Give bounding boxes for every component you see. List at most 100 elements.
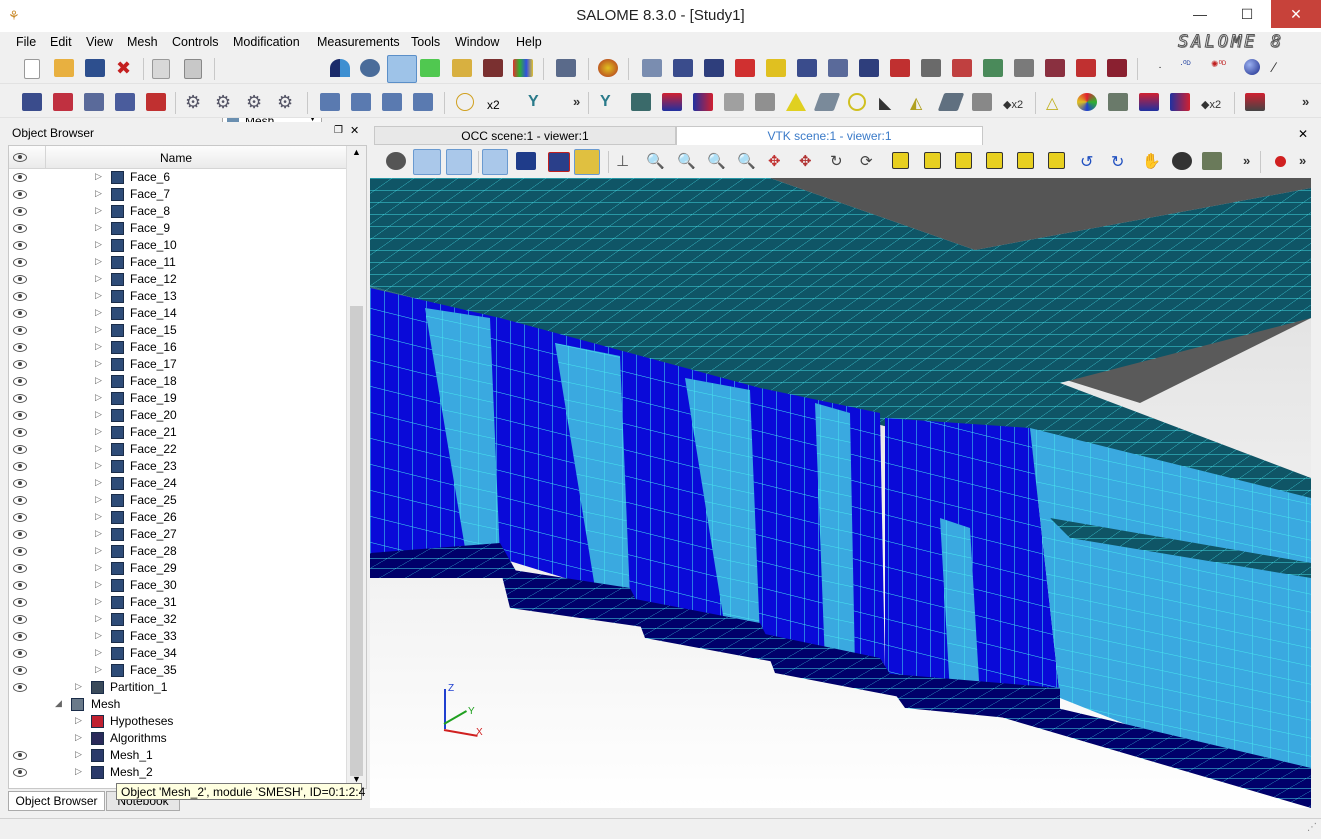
group-color-icon[interactable] xyxy=(53,93,73,111)
paravis-icon[interactable] xyxy=(452,59,472,77)
resize-grip-icon[interactable]: ⋰ xyxy=(1307,822,1317,833)
quadratic-quad-icon[interactable] xyxy=(1108,93,1128,111)
tree-row-face[interactable]: ▷ Face_35 xyxy=(9,662,346,679)
expand-arrow-icon[interactable]: ◢ xyxy=(55,698,62,709)
expand-arrow-icon[interactable]: ▷ xyxy=(95,239,102,250)
trihedron-icon[interactable]: ⊥ xyxy=(616,152,636,170)
ball-0d-icon[interactable]: ✺⁰ᴰ xyxy=(1211,59,1231,77)
close-panel-icon[interactable]: ✕ xyxy=(350,124,359,137)
expand-arrow-icon[interactable]: ▷ xyxy=(95,511,102,522)
visibility-eye-icon[interactable] xyxy=(13,343,27,352)
visibility-eye-icon[interactable] xyxy=(13,241,27,250)
visibility-eye-icon[interactable] xyxy=(13,462,27,471)
mesh-edit-icon[interactable] xyxy=(735,59,755,77)
rotate-icon[interactable]: ⟳ xyxy=(860,152,880,170)
visibility-eye-icon[interactable] xyxy=(13,479,27,488)
tree-row-face[interactable]: ▷ Face_8 xyxy=(9,203,346,220)
expand-arrow-icon[interactable]: ▷ xyxy=(95,392,102,403)
tree-row-face[interactable]: ▷ Face_11 xyxy=(9,254,346,271)
reset-view-icon[interactable]: ✋ xyxy=(1142,152,1162,170)
fit-all-icon[interactable]: 🔍 xyxy=(646,152,666,170)
group-add-icon[interactable] xyxy=(115,93,135,111)
select-poly-icon[interactable] xyxy=(516,152,536,170)
2d-elem-icon[interactable] xyxy=(724,93,744,111)
x2-node-icon[interactable]: x2 xyxy=(487,93,507,112)
mouse-interaction-icon[interactable] xyxy=(413,149,441,175)
expand-arrow-icon[interactable]: ▷ xyxy=(95,341,102,352)
menu-measurements[interactable]: Measurements xyxy=(317,35,400,49)
tree-row-face[interactable]: ▷ Face_15 xyxy=(9,322,346,339)
dump-study-icon[interactable] xyxy=(556,59,576,77)
visibility-eye-icon[interactable] xyxy=(13,615,27,624)
quadratic-tri-icon[interactable]: △ xyxy=(1046,93,1066,112)
visibility-eye-icon[interactable] xyxy=(13,564,27,573)
select-preselect-icon[interactable] xyxy=(574,149,600,175)
expand-arrow-icon[interactable]: ▷ xyxy=(95,375,102,386)
select-face-icon[interactable] xyxy=(382,93,402,111)
visibility-eye-icon[interactable] xyxy=(13,207,27,216)
group-intersect-icon[interactable] xyxy=(1014,59,1034,77)
expand-arrow-icon[interactable]: ▷ xyxy=(75,766,82,777)
mesh-create-icon[interactable] xyxy=(673,59,693,77)
expand-arrow-icon[interactable]: ▷ xyxy=(95,205,102,216)
scroll-up-icon[interactable]: ▲ xyxy=(352,147,361,157)
dump-view-icon[interactable] xyxy=(386,152,406,170)
global-pan-icon[interactable]: ✥ xyxy=(799,152,819,170)
select-edge-icon[interactable] xyxy=(351,93,371,111)
gauss-module-icon[interactable] xyxy=(360,59,380,77)
select-node-icon[interactable] xyxy=(320,93,340,111)
3d-elem-icon[interactable] xyxy=(755,93,775,111)
more-view-icon[interactable]: » xyxy=(1243,153,1250,168)
yacs-icon[interactable] xyxy=(483,59,503,77)
paste-icon[interactable] xyxy=(184,59,202,79)
visibility-eye-icon[interactable] xyxy=(13,275,27,284)
hexa-red-icon[interactable] xyxy=(662,93,682,111)
visibility-eye-icon[interactable] xyxy=(13,683,27,692)
expand-arrow-icon[interactable]: ▷ xyxy=(95,613,102,624)
visibility-eye-icon[interactable] xyxy=(13,190,27,199)
expand-arrow-icon[interactable]: ▷ xyxy=(95,528,102,539)
pan-icon[interactable]: ✥ xyxy=(768,152,788,170)
visibility-eye-icon[interactable] xyxy=(13,649,27,658)
visibility-eye-icon[interactable] xyxy=(13,632,27,641)
tree-row-face[interactable]: ▷ Face_25 xyxy=(9,492,346,509)
visibility-eye-icon[interactable] xyxy=(13,411,27,420)
visibility-eye-icon[interactable] xyxy=(13,292,27,301)
mesh-info-icon[interactable] xyxy=(642,59,662,77)
tree-row-face[interactable]: ▷ Face_30 xyxy=(9,577,346,594)
mesh-grid-icon[interactable] xyxy=(1107,59,1127,77)
tree-scrollbar[interactable]: ▲ ▼ xyxy=(346,146,366,788)
tree-row-face[interactable]: ▷ Face_10 xyxy=(9,237,346,254)
new-document-icon[interactable] xyxy=(24,59,40,79)
group-cut-icon[interactable] xyxy=(1045,59,1065,77)
view-left-icon[interactable] xyxy=(1017,152,1034,169)
select-circle-icon[interactable] xyxy=(548,152,570,172)
node-target-icon[interactable] xyxy=(456,93,474,111)
expand-arrow-icon[interactable]: ▷ xyxy=(75,732,82,743)
visibility-eye-icon[interactable] xyxy=(13,445,27,454)
x2-quadratic-icon[interactable]: ◆x2 xyxy=(1201,93,1221,111)
tree-row-face[interactable]: ▷ Face_18 xyxy=(9,373,346,390)
rotate-clockwise-icon[interactable]: ↻ xyxy=(1111,152,1131,171)
menu-window[interactable]: Window xyxy=(455,35,499,49)
free-edges-icon[interactable] xyxy=(1076,59,1096,77)
scroll-thumb[interactable] xyxy=(350,306,363,776)
menu-modification[interactable]: Modification xyxy=(233,35,300,49)
tree-row-face[interactable]: ▷ Face_17 xyxy=(9,356,346,373)
open-folder-icon[interactable] xyxy=(54,59,74,77)
visibility-eye-icon[interactable] xyxy=(13,513,27,522)
visibility-eye-icon[interactable] xyxy=(13,598,27,607)
visibility-eye-icon[interactable] xyxy=(13,394,27,403)
expand-arrow-icon[interactable]: ▷ xyxy=(95,545,102,556)
tree-row-face[interactable]: ▷ Face_12 xyxy=(9,271,346,288)
rotation-point-icon[interactable]: ↻ xyxy=(830,152,850,170)
visibility-eye-icon[interactable] xyxy=(13,224,27,233)
expand-arrow-icon[interactable]: ▷ xyxy=(95,290,102,301)
expand-arrow-icon[interactable]: ▷ xyxy=(95,188,102,199)
object-browser-tree[interactable]: Name ▷ Face_6 ▷ Face_7 ▷ Face_8 ▷ Face_9 ▷ Face_1… xyxy=(8,145,367,789)
group-union-icon[interactable] xyxy=(921,59,941,77)
color-bars-icon[interactable] xyxy=(513,59,533,77)
graduated-axes-icon[interactable] xyxy=(1202,152,1222,170)
expand-arrow-icon[interactable]: ▷ xyxy=(95,647,102,658)
name-column-header[interactable]: Name xyxy=(160,151,192,165)
